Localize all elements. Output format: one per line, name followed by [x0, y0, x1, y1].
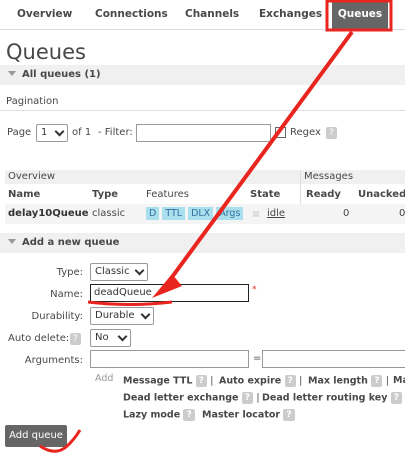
annotation-overlay: [39, 0, 393, 453]
annotation-arrowhead: [152, 274, 182, 298]
annotation-arrow-line: [162, 30, 354, 290]
annotation-box: [325, 0, 393, 32]
annotation-scribble: [39, 429, 82, 453]
annotation-underline: [87, 300, 173, 306]
